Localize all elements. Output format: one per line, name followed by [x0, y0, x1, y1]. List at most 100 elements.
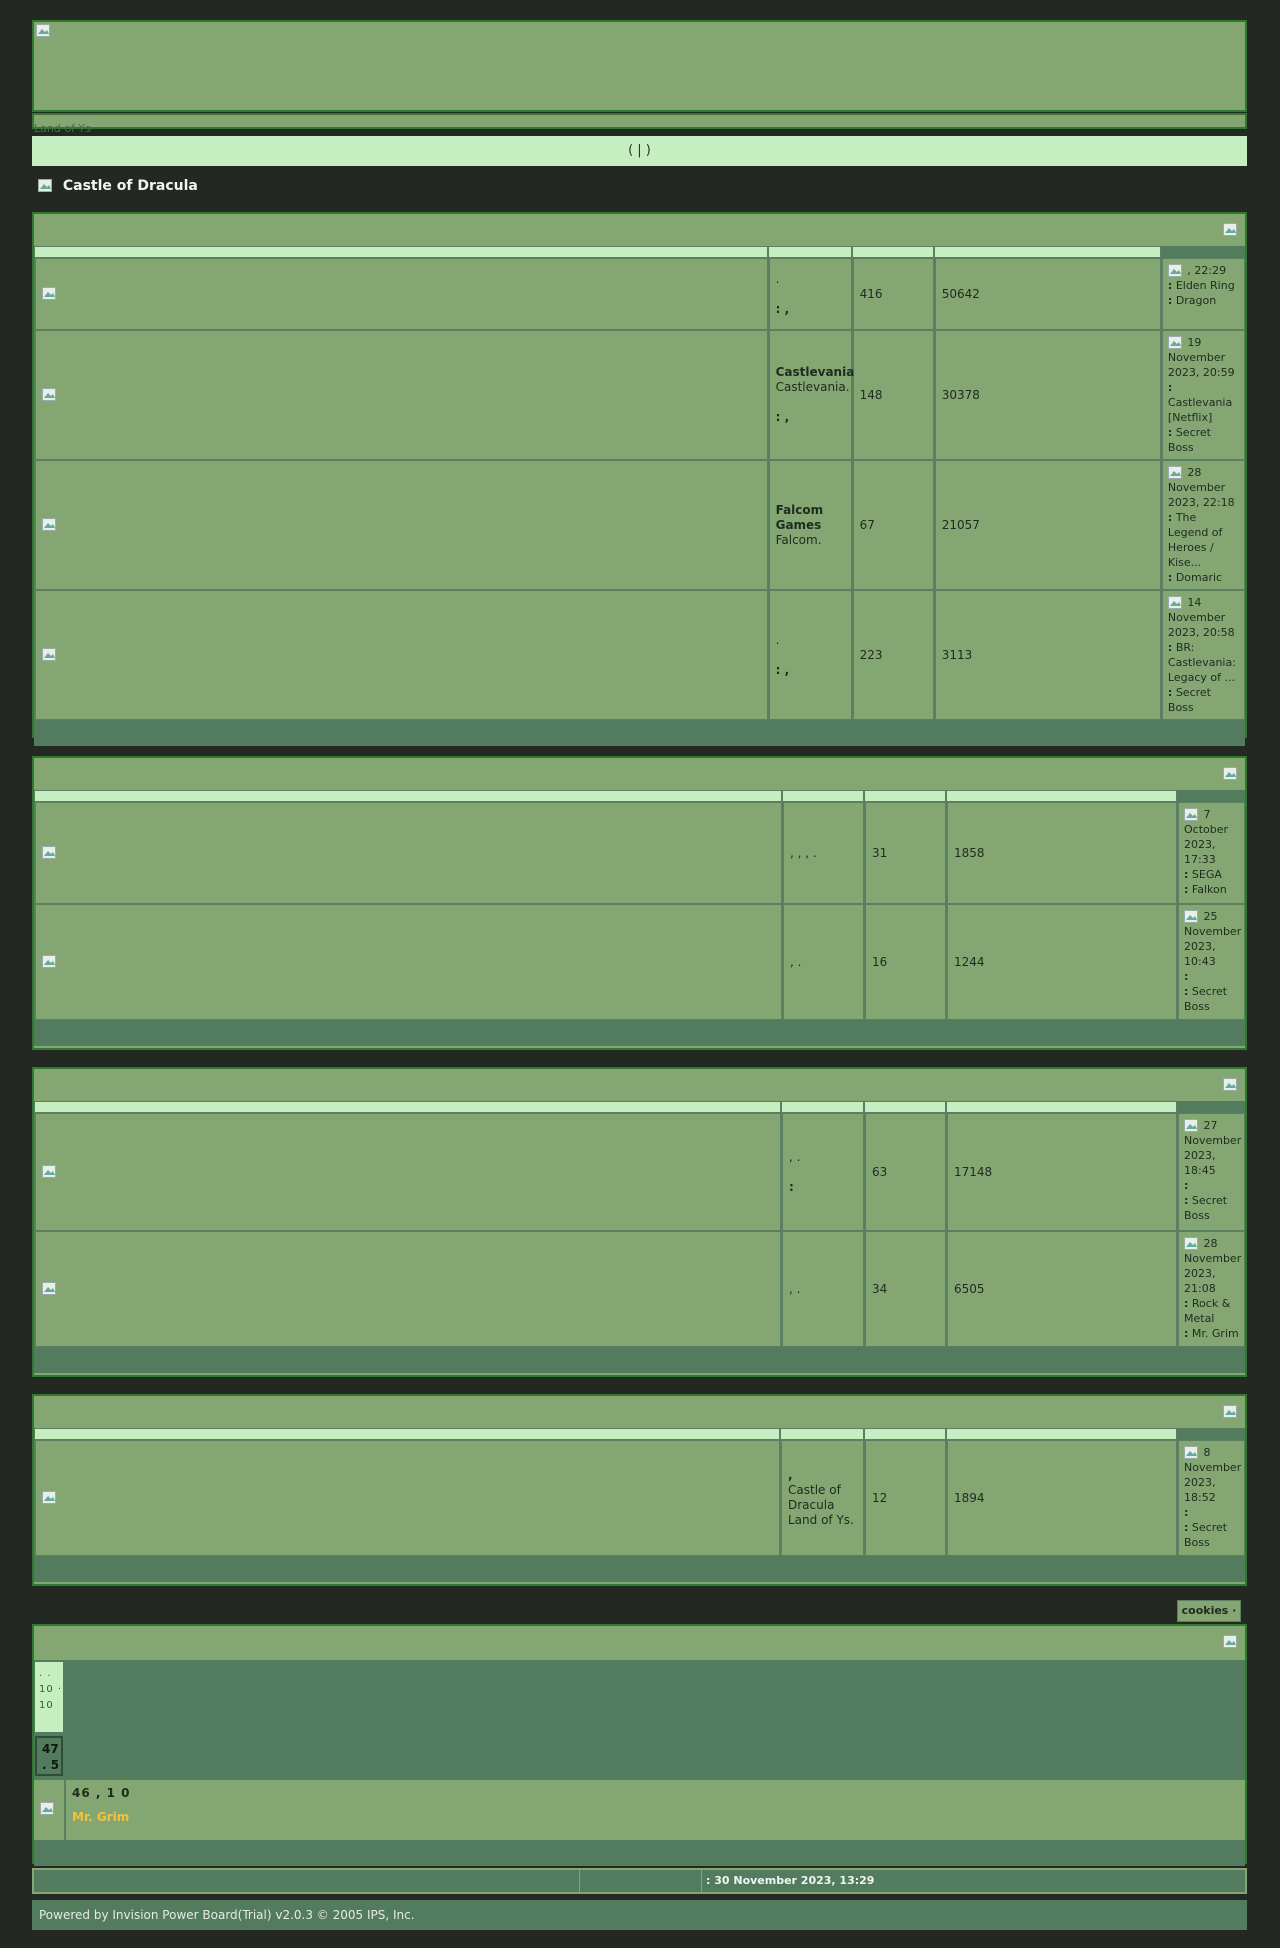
category-footer	[34, 1347, 1245, 1373]
forum-row[interactable]: .: , 223 3113 14 November 2023, 20:58: BR:…	[34, 590, 1245, 720]
last-post-author-link[interactable]: Domaric	[1176, 571, 1222, 584]
topics-count: 63	[864, 1113, 946, 1231]
last-post-author-link[interactable]: Secret Boss	[1168, 426, 1211, 454]
topics-count: 31	[864, 802, 946, 904]
column-header	[933, 246, 1161, 258]
column-header	[767, 246, 852, 258]
last-post-icon[interactable]	[1184, 910, 1200, 924]
forum-description: , , , .	[782, 802, 864, 904]
forum-desc-text: , .	[789, 1281, 801, 1296]
last-post-topic-link[interactable]: The Legend of Heroes / Kise...	[1168, 511, 1223, 569]
column-header	[946, 1428, 1177, 1440]
last-post-topic-link[interactable]: BR: Castlevania: Legacy of ...	[1168, 641, 1236, 684]
topics-count: 148	[851, 330, 934, 460]
last-post-icon[interactable]	[1167, 596, 1184, 610]
last-post-author-link[interactable]: Dragon	[1176, 294, 1216, 307]
collapse-icon[interactable]	[1223, 223, 1239, 237]
collapse-icon[interactable]	[1223, 767, 1239, 781]
last-post-in-label: :	[1184, 970, 1189, 983]
last-post-topic-link[interactable]: Rock & Metal	[1184, 1297, 1230, 1325]
table-header-row	[34, 1101, 1245, 1113]
active-member-link[interactable]: Mr. Grim	[72, 1810, 129, 1824]
forum-table: , Castle of Dracula Land of Ys. 12 1894 8 N…	[34, 1428, 1245, 1556]
forum-icon-cell	[34, 1113, 781, 1231]
category-block: , .:63 17148 27 November 2023, 18:45: : S…	[32, 1067, 1247, 1377]
forum-row[interactable]: , . 16 1244 25 November 2023, 10:43: : Sec…	[34, 904, 1245, 1020]
category-footer	[34, 720, 1245, 746]
forum-row[interactable]: , Castle of Dracula Land of Ys. 12 1894 8 N…	[34, 1440, 1245, 1556]
last-post-in-label: :	[1184, 1297, 1189, 1310]
last-post-icon[interactable]	[1184, 1119, 1200, 1133]
forum-desc-text: , .	[789, 1149, 801, 1164]
last-post-in-label: :	[1167, 279, 1173, 292]
collapse-icon[interactable]	[1223, 1405, 1239, 1419]
last-post-info: , 22:29: Elden Ring: Dragon	[1160, 258, 1245, 330]
last-post-icon[interactable]	[1167, 264, 1184, 278]
delete-cookies-button[interactable]: cookies ·	[1177, 1600, 1241, 1622]
powered-by-text[interactable]: Powered by Invision Power Board(Trial) v…	[39, 1908, 415, 1922]
last-post-author-link[interactable]: Falkon	[1192, 883, 1227, 896]
topics-count: 12	[864, 1440, 946, 1556]
forum-moderators: :	[789, 1179, 794, 1194]
column-header	[34, 1428, 780, 1440]
last-post-author-link[interactable]: Secret Boss	[1184, 1521, 1227, 1549]
forum-row[interactable]: .: , 416 50642 , 22:29: Elden Ring: Dragon	[34, 258, 1245, 330]
last-post-author-link[interactable]: Secret Boss	[1168, 686, 1211, 714]
last-post-author-link[interactable]: Secret Boss	[1184, 1194, 1227, 1222]
forum-table: .: , 416 50642 , 22:29: Elden Ring: Dragon…	[34, 246, 1245, 720]
forum-status-icon	[42, 1165, 58, 1179]
last-post-topic-link[interactable]: Castlevania [Netflix]	[1168, 396, 1232, 424]
forum-row[interactable]: Castlevania Castlevania.: , 148 30378 19 No…	[34, 330, 1245, 460]
active-users-icon	[40, 1802, 56, 1816]
category-header	[34, 758, 1245, 790]
last-post-info: 7 October 2023, 17:33: SEGA: Falkon	[1177, 802, 1245, 904]
last-post-info: 8 November 2023, 18:52: : Secret Boss	[1177, 1440, 1245, 1556]
site-name[interactable]: Land of Ys	[34, 122, 91, 135]
last-post-by-label: :	[1184, 1327, 1189, 1340]
forum-desc-text: Castlevania.	[775, 380, 850, 394]
posts-count: 21057	[933, 460, 1161, 590]
forum-row[interactable]: , .:63 17148 27 November 2023, 18:45: : S…	[34, 1113, 1245, 1231]
server-time: : 30 November 2023, 13:29	[706, 1874, 875, 1887]
online-users-box: . . 10 · 10	[35, 1662, 63, 1732]
collapse-icon[interactable]	[1223, 1635, 1239, 1649]
column-header	[851, 246, 934, 258]
forum-description: Castlevania Castlevania.: ,	[767, 330, 855, 460]
last-post-topic-link[interactable]: Elden Ring	[1176, 279, 1235, 292]
table-header-row	[34, 790, 1245, 802]
status-divider	[701, 1870, 702, 1892]
forum-description: , .	[781, 1231, 864, 1347]
forum-row[interactable]: , , , . 31 1858 7 October 2023, 17:33: SEG…	[34, 802, 1245, 904]
forum-description: .: ,	[767, 258, 852, 330]
board-title[interactable]: Castle of Dracula	[38, 178, 198, 194]
forum-status-icon	[42, 846, 58, 860]
last-post-info: 28 November 2023, 22:18: The Legend of H…	[1160, 460, 1245, 590]
last-post-icon[interactable]	[1167, 466, 1184, 480]
last-post-icon[interactable]	[1167, 336, 1184, 350]
forum-title[interactable]: Falcom Games	[776, 503, 824, 532]
last-post-info: 19 November 2023, 20:59: Castlevania [Ne…	[1160, 330, 1245, 460]
last-post-author-link[interactable]: Mr. Grim	[1192, 1327, 1239, 1340]
category-header	[34, 1069, 1245, 1101]
last-post-icon[interactable]	[1184, 1446, 1200, 1460]
column-header	[864, 1428, 946, 1440]
last-post-author-link[interactable]: Secret Boss	[1184, 985, 1227, 1013]
last-post-by-label: :	[1184, 883, 1189, 896]
forum-title[interactable]: ,	[788, 1468, 793, 1482]
last-post-topic-link[interactable]: SEGA	[1192, 868, 1222, 881]
powered-by-bar: Powered by Invision Power Board(Trial) v…	[32, 1900, 1247, 1930]
last-post-by-label: :	[1184, 1194, 1189, 1207]
forum-row[interactable]: , . 34 6505 28 November 2023, 21:08: Rock …	[34, 1231, 1245, 1347]
last-post-icon[interactable]	[1184, 808, 1200, 822]
forum-row[interactable]: Falcom Games Falcom. 67 21057 28 November 2…	[34, 460, 1245, 590]
forum-title[interactable]: Castlevania	[776, 365, 855, 379]
user-bar[interactable]: ( | )	[32, 136, 1247, 166]
forum-icon-cell	[34, 590, 768, 720]
last-post-by-label: :	[1167, 426, 1173, 439]
collapse-icon[interactable]	[1223, 1078, 1239, 1092]
posts-count: 1244	[946, 904, 1177, 1020]
forum-desc-text: Castle of Dracula Land of Ys.	[788, 1483, 854, 1527]
category-footer	[34, 1556, 1245, 1582]
forum-icon-cell	[34, 460, 768, 590]
last-post-icon[interactable]	[1184, 1237, 1200, 1251]
